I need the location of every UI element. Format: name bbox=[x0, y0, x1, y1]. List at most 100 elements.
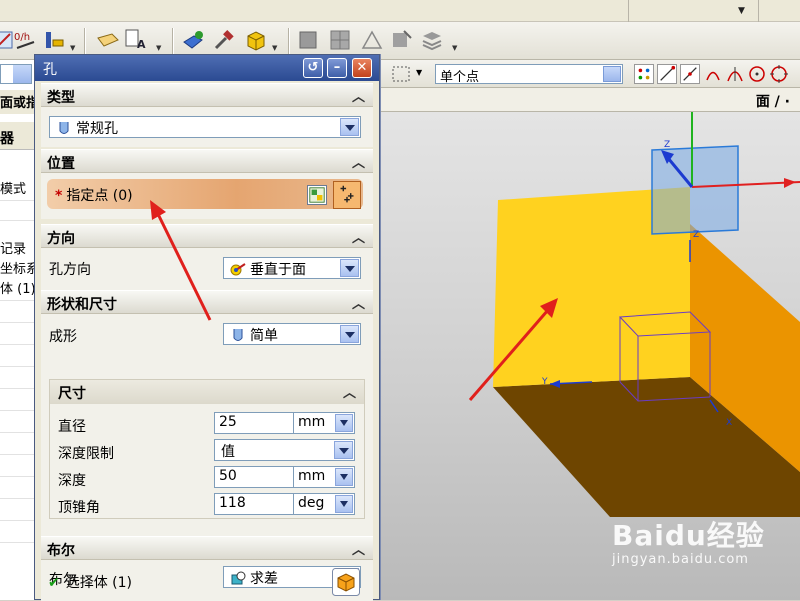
reset-button[interactable]: ↺ bbox=[303, 58, 323, 78]
chevron-down-icon[interactable] bbox=[334, 441, 353, 459]
snap-intersection-icon[interactable] bbox=[726, 65, 744, 83]
chevron-down-icon[interactable] bbox=[603, 66, 621, 82]
navigator-dropdown[interactable] bbox=[0, 64, 32, 84]
form-label: 成形 bbox=[49, 329, 77, 345]
chevron-down-icon[interactable] bbox=[340, 118, 359, 136]
hole-type-value: 常规孔 bbox=[76, 121, 118, 137]
hole-direction-dropdown[interactable]: 垂直于面 bbox=[223, 257, 361, 279]
subgroup-header-dimensions[interactable]: 尺寸 ︿ bbox=[50, 380, 364, 404]
watermark-main: Baidu经验 bbox=[612, 519, 765, 552]
hole-dialog: 孔 ↺ – ✕ 类型 ︿ 常规孔 位置 ︿ * 指定点 (0) 方向 ︿ 孔方向… bbox=[34, 54, 380, 601]
chevron-down-icon[interactable]: ▼ bbox=[156, 44, 161, 52]
tip-angle-input[interactable]: 118 bbox=[214, 493, 294, 515]
specify-point-label: 指定点 (0) bbox=[66, 188, 133, 204]
chevron-down-icon[interactable] bbox=[340, 325, 359, 343]
chevron-down-icon[interactable]: ▼ bbox=[272, 44, 277, 52]
box-icon[interactable] bbox=[244, 28, 268, 52]
view-grid-icon[interactable] bbox=[328, 28, 352, 52]
group-header-position[interactable]: 位置 ︿ bbox=[41, 149, 373, 173]
axis-label-y: Y bbox=[541, 377, 548, 387]
subgroup-title-dimensions: 尺寸 bbox=[58, 386, 86, 402]
dialog-body: 类型 ︿ 常规孔 位置 ︿ * 指定点 (0) 方向 ︿ 孔方向 垂直于面 形状… bbox=[41, 83, 373, 601]
snap-arc-center-icon[interactable] bbox=[748, 65, 766, 83]
view-section-icon[interactable] bbox=[390, 28, 414, 52]
group-header-direction[interactable]: 方向 ︿ bbox=[41, 224, 373, 248]
collapse-icon[interactable]: ︿ bbox=[352, 86, 365, 105]
group-title-type: 类型 bbox=[47, 90, 75, 106]
group-header-type[interactable]: 类型 ︿ bbox=[41, 83, 373, 107]
group-header-boolean[interactable]: 布尔 ︿ bbox=[41, 536, 373, 560]
axis-label-z-1: Z bbox=[664, 140, 670, 150]
chevron-down-icon[interactable]: ▼ bbox=[738, 6, 745, 16]
collapse-icon[interactable]: ︿ bbox=[343, 382, 356, 401]
group-title-position: 位置 bbox=[47, 156, 75, 172]
group-title-direction: 方向 bbox=[47, 231, 75, 247]
minimize-button[interactable]: – bbox=[327, 58, 347, 78]
datum-plane[interactable] bbox=[651, 145, 739, 235]
group-title-boolean: 布尔 bbox=[47, 543, 75, 559]
depth-limit-value: 值 bbox=[221, 444, 235, 460]
collapse-icon[interactable]: ︿ bbox=[352, 293, 365, 312]
blend-icon[interactable] bbox=[182, 28, 206, 52]
layers-icon[interactable] bbox=[420, 28, 444, 52]
select-region-icon[interactable] bbox=[392, 66, 410, 82]
hammer-icon[interactable] bbox=[212, 28, 236, 52]
form-value: 简单 bbox=[250, 328, 278, 344]
chevron-down-icon[interactable] bbox=[335, 495, 353, 513]
tip-angle-unit-value: deg bbox=[298, 495, 325, 511]
triangle-icon[interactable] bbox=[360, 28, 384, 52]
normal-to-face-icon bbox=[230, 263, 246, 276]
collapse-icon[interactable]: ︿ bbox=[352, 227, 365, 246]
measure-icon[interactable]: 0/h bbox=[14, 28, 38, 52]
form-dropdown[interactable]: 简单 bbox=[223, 323, 361, 345]
group-body-type: 常规孔 bbox=[41, 107, 373, 147]
snap-quadrant-icon[interactable] bbox=[770, 65, 788, 83]
point-dialog-icon[interactable] bbox=[333, 181, 361, 209]
axis-label-z-2: Z bbox=[693, 230, 699, 240]
axis-label-x: X bbox=[726, 418, 732, 428]
group-title-shape: 形状和尺寸 bbox=[47, 297, 117, 313]
label-icon[interactable] bbox=[96, 28, 120, 52]
hole-type-icon bbox=[59, 122, 69, 134]
depth-input[interactable]: 50 bbox=[214, 466, 294, 488]
hole-type-dropdown[interactable]: 常规孔 bbox=[49, 116, 361, 138]
layer-icon[interactable] bbox=[44, 28, 68, 52]
depth-unit[interactable]: mm bbox=[293, 466, 355, 488]
selection-filter-dropdown[interactable]: 单个点 bbox=[435, 64, 623, 85]
sketch-section-icon[interactable] bbox=[307, 185, 327, 205]
select-body-row[interactable]: ✔ 选择体 (1) bbox=[48, 572, 132, 592]
snap-inferred-point-icon[interactable] bbox=[634, 64, 654, 84]
chevron-down-icon[interactable]: ▼ bbox=[70, 44, 75, 52]
select-body-icon[interactable] bbox=[332, 568, 360, 596]
checkmark-icon: ✔ bbox=[48, 575, 60, 591]
snap-control-point-icon[interactable] bbox=[704, 65, 722, 83]
collapse-icon[interactable]: ︿ bbox=[352, 152, 365, 171]
tip-angle-label: 顶锥角 bbox=[58, 500, 100, 516]
dialog-title-bar[interactable]: 孔 ↺ – ✕ bbox=[35, 55, 379, 81]
chevron-down-icon[interactable] bbox=[13, 65, 31, 83]
depth-label: 深度 bbox=[58, 473, 86, 489]
view-front-icon[interactable] bbox=[296, 28, 320, 52]
chevron-down-icon[interactable] bbox=[340, 259, 359, 277]
diameter-label: 直径 bbox=[58, 419, 86, 435]
viewport-header-text: 面 / · bbox=[755, 94, 790, 110]
annotation-icon[interactable]: A bbox=[124, 28, 148, 52]
diameter-unit[interactable]: mm bbox=[293, 412, 355, 434]
snap-midpoint-icon[interactable] bbox=[680, 64, 700, 84]
tip-angle-unit[interactable]: deg bbox=[293, 493, 355, 515]
group-header-shape[interactable]: 形状和尺寸 ︿ bbox=[41, 290, 373, 314]
depth-unit-value: mm bbox=[298, 468, 326, 484]
viewport-header: 面 / · bbox=[380, 88, 800, 112]
snap-endpoint-icon[interactable] bbox=[657, 64, 677, 84]
close-button[interactable]: ✕ bbox=[352, 58, 372, 78]
chevron-down-icon[interactable] bbox=[335, 468, 353, 486]
required-mark: * bbox=[55, 188, 63, 204]
depth-limit-dropdown[interactable]: 值 bbox=[214, 439, 355, 461]
diameter-input[interactable]: 25 bbox=[214, 412, 294, 434]
chevron-down-icon[interactable] bbox=[335, 414, 353, 432]
chevron-down-icon[interactable]: ▼ bbox=[416, 68, 422, 77]
collapse-icon[interactable]: ︿ bbox=[352, 539, 365, 558]
hole-direction-label: 孔方向 bbox=[49, 262, 91, 278]
watermark-sub: jingyan.baidu.com bbox=[612, 552, 749, 567]
chevron-down-icon[interactable]: ▼ bbox=[452, 44, 457, 52]
